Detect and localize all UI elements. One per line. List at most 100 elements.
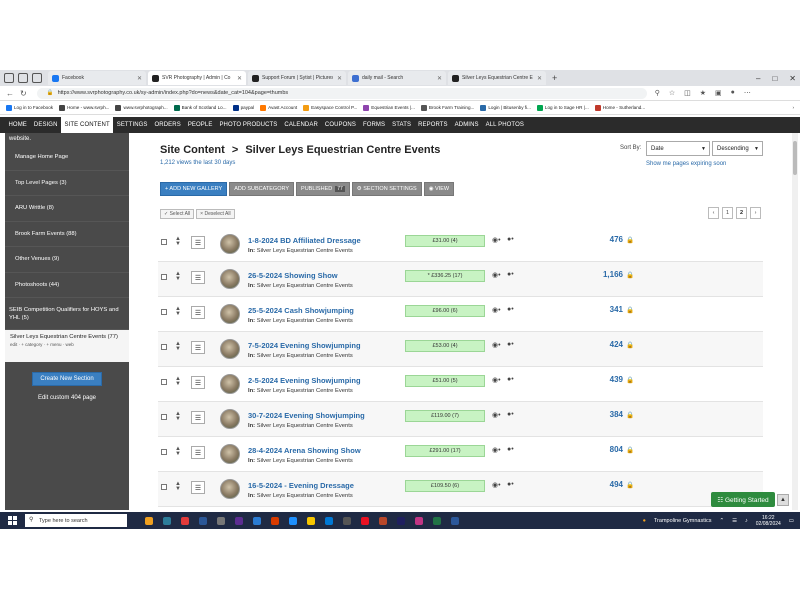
sidebar-item[interactable]: Brook Farm Events (88)	[5, 222, 129, 247]
sidebar-item[interactable]: ARU Writtle (8)	[5, 196, 129, 222]
bookmark-item[interactable]: paypal	[232, 104, 254, 111]
sidebar-item-active[interactable]: Silver Leys Equestrian Centre Events (77…	[5, 330, 129, 362]
workspaces-icon[interactable]	[18, 73, 28, 83]
collections-icon[interactable]: ▣	[715, 89, 722, 97]
bookmark-item[interactable]: Log in to Facebook	[6, 104, 53, 111]
bookmark-item[interactable]: Home - www.svrph...	[59, 104, 109, 111]
row-checkbox[interactable]	[161, 274, 167, 280]
zoom-icon[interactable]: ⚲	[655, 89, 660, 97]
sales-total-badge[interactable]: £51.00 (5)	[405, 375, 485, 387]
sales-total-badge[interactable]: £53.00 (4)	[405, 340, 485, 352]
row-checkbox[interactable]	[161, 344, 167, 350]
gallery-thumbnail[interactable]	[220, 374, 240, 394]
close-window-icon[interactable]: ✕	[789, 74, 796, 83]
sales-total-badge[interactable]: £119.00 (7)	[405, 410, 485, 422]
sales-total-badge[interactable]: £109.50 (6)	[405, 480, 485, 492]
lock-icon[interactable]: 🔒	[626, 341, 634, 349]
row-menu-button[interactable]: ☰	[191, 376, 205, 389]
browser-tab-4[interactable]: Silver Leys Equestrian Centre Ev ✕	[448, 71, 546, 85]
breadcrumb-root[interactable]: Site Content	[160, 144, 225, 156]
nav-item-design[interactable]: DESIGN	[30, 117, 61, 133]
nav-item-stats[interactable]: STATS	[389, 117, 415, 133]
gallery-thumbnail[interactable]	[220, 304, 240, 324]
add-subcategory-button[interactable]: ADD SUBCATEGORY	[229, 182, 295, 196]
bookmark-item[interactable]: Brook Farm Training...	[420, 104, 474, 111]
close-tab-icon[interactable]: ✕	[537, 75, 542, 82]
bookmark-item[interactable]: Avast Account	[260, 104, 297, 111]
view-button[interactable]: ◉ VIEW	[423, 182, 455, 196]
nav-item-orders[interactable]: ORDERS	[151, 117, 184, 133]
lock-icon[interactable]: 🔒	[626, 481, 634, 489]
sales-total-badge[interactable]: £96.00 (6)	[405, 305, 485, 317]
taskbar-app-icon[interactable]	[235, 516, 243, 525]
gallery-thumbnail[interactable]	[220, 444, 240, 464]
taskbar-app-icon[interactable]	[379, 516, 387, 525]
section-settings-button[interactable]: ⚙ SECTION SETTINGS	[351, 182, 422, 196]
nav-item-settings[interactable]: SETTINGS	[113, 117, 151, 133]
sidebar-item[interactable]: SEIB Competition Qualifiers for HOYS and…	[5, 298, 129, 330]
visibility-eye-icon[interactable]: ◉•	[492, 341, 501, 349]
row-menu-button[interactable]: ☰	[191, 271, 205, 284]
reorder-arrows-icon[interactable]: ▲ ▼	[175, 481, 181, 492]
tab-actions-icon[interactable]	[32, 73, 42, 83]
gallery-title-link[interactable]: 7-5-2024 Evening Showjumping	[248, 341, 361, 350]
row-checkbox[interactable]	[161, 449, 167, 455]
gallery-title-link[interactable]: 30-7-2024 Evening Showjumping	[248, 411, 365, 420]
lock-icon[interactable]: 🔒	[626, 411, 634, 419]
gallery-thumbnail[interactable]	[220, 409, 240, 429]
getting-started-button[interactable]: ☷ Getting Started	[711, 492, 775, 507]
gallery-thumbnail[interactable]	[220, 234, 240, 254]
row-menu-button[interactable]: ☰	[191, 446, 205, 459]
deselect-all-button[interactable]: × Deselect All	[196, 209, 235, 219]
close-tab-icon[interactable]: ✕	[137, 75, 142, 82]
row-checkbox[interactable]	[161, 414, 167, 420]
visibility-eye-icon[interactable]: ◉•	[492, 271, 501, 279]
maximize-icon[interactable]: □	[772, 74, 777, 83]
reorder-arrows-icon[interactable]: ▲ ▼	[175, 446, 181, 457]
people-icon[interactable]: ●•	[507, 306, 514, 313]
nav-item-home[interactable]: HOME	[5, 117, 30, 133]
sidebar-item[interactable]: Manage Home Page	[5, 145, 129, 171]
url-field[interactable]: 🔒 https://www.svrphotography.co.uk/sy-ad…	[36, 87, 647, 99]
network-icon[interactable]: ☰	[732, 518, 737, 524]
visibility-eye-icon[interactable]: ◉•	[492, 411, 501, 419]
gallery-title-link[interactable]: 25-5-2024 Cash Showjumping	[248, 306, 354, 315]
notifications-icon[interactable]: ▭	[789, 518, 794, 524]
people-icon[interactable]: ●•	[507, 341, 514, 348]
reorder-arrows-icon[interactable]: ▲ ▼	[175, 236, 181, 247]
reorder-arrows-icon[interactable]: ▲ ▼	[175, 411, 181, 422]
clock[interactable]: 16:22 02/08/2024	[756, 515, 781, 527]
sales-total-badge[interactable]: * £336.25 (17)	[405, 270, 485, 282]
people-icon[interactable]: ●•	[507, 376, 514, 383]
taskbar-app-icon[interactable]	[253, 516, 261, 525]
create-new-section-button[interactable]: Create New Section	[32, 372, 102, 386]
lock-icon[interactable]: 🔒	[626, 306, 634, 314]
bookmark-item[interactable]: Easyspace Control P...	[303, 104, 357, 111]
sidebar-item[interactable]: Other Venues (9)	[5, 247, 129, 273]
bookmark-item[interactable]: Equestrian Events |...	[363, 104, 415, 111]
close-tab-icon[interactable]: ✕	[237, 75, 242, 82]
row-checkbox[interactable]	[161, 239, 167, 245]
new-tab-icon[interactable]: +	[552, 73, 557, 83]
gallery-title-link[interactable]: 28-4-2024 Arena Showing Show	[248, 446, 361, 455]
edit-custom-404-link[interactable]: Edit custom 404 page	[5, 395, 129, 401]
row-checkbox[interactable]	[161, 379, 167, 385]
taskbar-app-icon[interactable]	[199, 516, 207, 525]
people-icon[interactable]: ●•	[507, 411, 514, 418]
visibility-eye-icon[interactable]: ◉•	[492, 481, 501, 489]
taskbar-app-icon[interactable]	[307, 516, 315, 525]
main-scrollbar[interactable]	[792, 133, 798, 510]
visibility-eye-icon[interactable]: ◉•	[492, 446, 501, 454]
row-checkbox[interactable]	[161, 484, 167, 490]
add-new-gallery-button[interactable]: + ADD NEW GALLERY	[160, 182, 228, 196]
more-icon[interactable]: ⋯	[744, 89, 751, 97]
taskbar-app-icon[interactable]	[415, 516, 423, 525]
taskbar-app-icon[interactable]	[145, 516, 153, 525]
tray-chevron-icon[interactable]: ⌃	[719, 518, 724, 524]
nav-item-photo-products[interactable]: PHOTO PRODUCTS	[216, 117, 281, 133]
taskbar-app-icon[interactable]	[361, 516, 369, 525]
pager-next[interactable]: ›	[750, 207, 761, 219]
minimize-icon[interactable]: –	[756, 74, 760, 83]
gallery-thumbnail[interactable]	[220, 269, 240, 289]
reorder-arrows-icon[interactable]: ▲ ▼	[175, 306, 181, 317]
